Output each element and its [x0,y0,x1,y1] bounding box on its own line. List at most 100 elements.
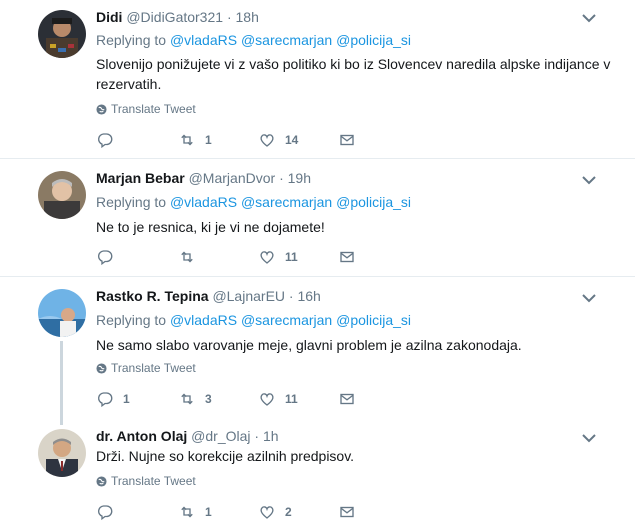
envelope-icon [340,251,354,263]
direct-message-button[interactable] [338,503,356,521]
chevron-down-icon[interactable] [582,293,596,303]
translate-label: Translate Tweet [111,361,196,375]
retweet-count: 3 [205,392,212,406]
reply-button[interactable]: 1 [96,390,130,408]
tweet[interactable]: Marjan Bebar @MarjanDvor · 19h Replying … [0,159,635,276]
tweet-text: Ne to je resnica, ki je vi ne dojamete! [96,219,325,235]
like-count: 14 [285,133,299,147]
user-handle[interactable]: @MarjanDvor [189,170,276,186]
replying-to: Replying to @vladaRS @sarecmarjan @polic… [96,32,411,48]
avatar[interactable] [38,171,86,219]
replying-to-label: Replying to [96,312,167,328]
thread-line [60,341,63,425]
heart-icon [260,134,274,147]
tweet[interactable]: dr. Anton Olaj @dr_Olaj · 1h Drži. Nujne… [0,417,635,525]
display-name[interactable]: dr. Anton Olaj [96,428,187,444]
retweet-button[interactable]: 1 [178,503,212,521]
retweet-icon [181,506,193,518]
user-handle[interactable]: @LajnarEU [212,288,285,304]
tweet-text: Ne samo slabo varovanje meje, glavni pro… [96,337,522,353]
reply-icon [98,505,113,521]
replying-to-label: Replying to [96,32,167,48]
like-count: 11 [285,392,298,406]
retweet-count: 1 [205,133,212,147]
timestamp[interactable]: 18h [236,9,259,25]
mention-link[interactable]: @vladaRS [170,32,237,48]
mention-link[interactable]: @vladaRS [170,312,237,328]
translate-tweet-link[interactable]: Translate Tweet [96,361,196,375]
envelope-icon [340,506,354,518]
separator-dot: · [226,9,232,25]
display-name[interactable]: Rastko R. Tepina [96,288,209,304]
translate-label: Translate Tweet [111,102,196,116]
mention-link[interactable]: @vladaRS [170,194,237,210]
direct-message-button[interactable] [338,248,356,266]
heart-icon [260,393,274,406]
like-count: 11 [285,250,298,264]
chevron-down-icon[interactable] [582,433,596,443]
replying-to: Replying to @vladaRS @sarecmarjan @polic… [96,194,411,210]
tweet-header: Marjan Bebar @MarjanDvor · 19h [96,170,311,186]
tweet[interactable]: Didi @DidiGator321 · 18h Replying to @vl… [0,0,635,158]
mention-link[interactable]: @policija_si [336,194,411,210]
separator-dot: · [254,428,260,444]
tweet-text: Drži. Nujne so korekcije azilnih predpis… [96,448,355,464]
translate-tweet-link[interactable]: Translate Tweet [96,102,196,116]
retweet-icon [181,251,193,263]
avatar[interactable] [38,429,86,477]
reply-button[interactable] [96,503,123,521]
reply-button[interactable] [96,248,123,266]
envelope-icon [340,393,354,405]
reply-icon [98,133,113,149]
retweet-button[interactable]: 3 [178,390,212,408]
reply-icon [98,392,113,408]
separator-dot: · [288,288,294,304]
globe-icon [96,103,107,115]
retweet-icon [181,134,193,146]
like-button[interactable]: 11 [258,390,298,408]
timestamp[interactable]: 16h [297,288,320,304]
reply-count: 1 [123,392,130,406]
display-name[interactable]: Didi [96,9,122,25]
tweet-header: dr. Anton Olaj @dr_Olaj · 1h [96,428,279,444]
separator-dot: · [279,170,284,186]
replying-to: Replying to @vladaRS @sarecmarjan @polic… [96,312,411,328]
reply-icon [98,250,113,266]
mention-link[interactable]: @policija_si [336,32,411,48]
user-handle[interactable]: @DidiGator321 [126,9,223,25]
avatar[interactable] [38,289,86,337]
timestamp[interactable]: 1h [263,428,279,444]
globe-icon [96,475,107,487]
mention-link[interactable]: @sarecmarjan [241,32,332,48]
user-handle[interactable]: @dr_Olaj [191,428,250,444]
tweet-header: Rastko R. Tepina @LajnarEU · 16h [96,288,321,304]
reply-button[interactable] [96,131,123,149]
direct-message-button[interactable] [338,390,356,408]
globe-icon [96,362,107,374]
mention-link[interactable]: @sarecmarjan [241,312,332,328]
tweet-actions: 1 3 11 [96,390,366,410]
mention-link[interactable]: @sarecmarjan [241,194,332,210]
like-button[interactable]: 2 [258,503,292,521]
avatar[interactable] [38,10,86,58]
retweet-button[interactable]: 1 [178,131,212,149]
chevron-down-icon[interactable] [582,13,596,23]
tweet-actions: 1 2 [96,503,366,523]
chevron-down-icon[interactable] [582,175,596,185]
like-button[interactable]: 11 [258,248,298,266]
display-name[interactable]: Marjan Bebar [96,170,185,186]
tweet[interactable]: Rastko R. Tepina @LajnarEU · 16h Replyin… [0,277,635,425]
retweet-icon [181,393,193,405]
translate-tweet-link[interactable]: Translate Tweet [96,474,196,488]
heart-icon [260,251,274,264]
timestamp[interactable]: 19h [288,170,311,186]
direct-message-button[interactable] [338,131,356,149]
envelope-icon [340,134,354,146]
like-button[interactable]: 14 [258,131,298,149]
retweet-count: 1 [205,505,212,519]
translate-label: Translate Tweet [111,474,196,488]
retweet-button[interactable] [178,248,205,266]
replying-to-label: Replying to [96,194,167,210]
mention-link[interactable]: @policija_si [336,312,411,328]
tweet-actions: 11 [96,248,366,268]
